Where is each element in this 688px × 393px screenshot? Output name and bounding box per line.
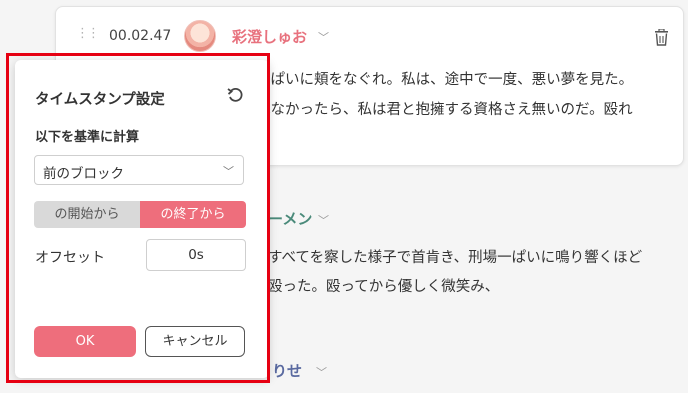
chevron-down-icon: ﹀ [223, 165, 234, 178]
chevron-down-icon[interactable]: ﹀ [316, 364, 327, 380]
chevron-down-icon[interactable]: ﹀ [318, 29, 329, 45]
ok-button[interactable]: OK [34, 326, 136, 357]
script-line[interactable]: 殴った。殴ってから優しく微笑み、 [268, 275, 499, 296]
speaker-name[interactable]: ーメン [268, 208, 312, 229]
basis-select-value: 前のブロック [43, 166, 124, 182]
reset-icon[interactable] [227, 87, 243, 103]
from-end-toggle[interactable]: の終了から [140, 201, 246, 228]
script-line[interactable]: すべてを察した様子で首肯き、刑場一ぱいに鳴り響くほど [268, 246, 642, 267]
speaker-avatar [184, 20, 216, 52]
offset-label: オフセット [35, 250, 105, 266]
script-line[interactable]: れなかったら、私は君と抱擁する資格さえ無いのだ。殴れ [256, 98, 633, 119]
popup-title: タイムスタンプ設定 [35, 92, 165, 108]
from-start-toggle[interactable]: の開始から [34, 201, 140, 228]
chevron-down-icon[interactable]: ﹀ [318, 212, 329, 228]
block-timestamp[interactable]: 00.02.47 [109, 28, 171, 44]
cancel-button[interactable]: キャンセル [145, 326, 245, 357]
basis-label: 以下を基準に計算 [35, 130, 140, 145]
anchor-segmented-control: の開始から の終了から [34, 201, 246, 228]
drag-handle-icon[interactable]: ⋮⋮ [76, 27, 100, 40]
speaker-name[interactable]: 彩澄しゅお [232, 26, 307, 47]
trash-icon[interactable] [654, 29, 669, 46]
speaker-name[interactable]: りせ [272, 360, 302, 381]
offset-input[interactable]: 0s [146, 239, 246, 271]
script-line[interactable]: っぱいに頬をなぐれ。私は、途中で一度、悪い夢を見た。 [256, 68, 633, 89]
timestamp-settings-popup: タイムスタンプ設定 以下を基準に計算 前のブロック ﹀ の開始から の終了から … [15, 60, 269, 378]
basis-select[interactable]: 前のブロック ﹀ [34, 155, 244, 185]
